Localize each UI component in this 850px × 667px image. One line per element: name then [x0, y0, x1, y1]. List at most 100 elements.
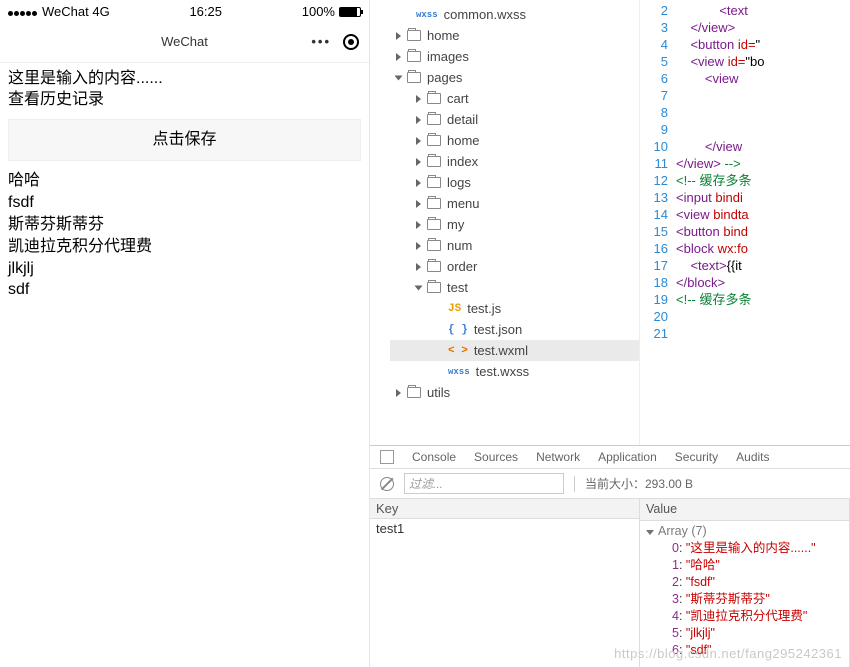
folder-icon: [427, 135, 441, 146]
folder-home[interactable]: home: [390, 130, 639, 151]
chevron-right-icon: [416, 95, 421, 103]
tab-console[interactable]: Console: [412, 450, 456, 464]
folder-icon: [427, 282, 441, 293]
chevron-right-icon: [416, 263, 421, 271]
ide-panel: wxsscommon.wxss homeimages pages cartdet…: [370, 0, 850, 667]
folder-icon: [407, 387, 421, 398]
file-test.js[interactable]: JStest.js: [390, 298, 639, 319]
chevron-right-icon: [416, 116, 421, 124]
folder-icon: [427, 93, 441, 104]
signal-dots-icon: [8, 4, 38, 19]
file-test.wxss[interactable]: wxsstest.wxss: [390, 361, 639, 382]
tab-audits[interactable]: Audits: [736, 450, 769, 464]
array-item: 4: "凯迪拉克积分代理费": [646, 608, 843, 625]
folder-cart[interactable]: cart: [390, 88, 639, 109]
folder-images[interactable]: images: [390, 46, 639, 67]
battery-icon: [339, 7, 361, 17]
chevron-down-icon: [415, 285, 423, 290]
folder-icon: [407, 72, 421, 83]
close-capsule-icon[interactable]: [343, 34, 359, 50]
list-item: jlkjlj: [8, 259, 361, 280]
chevron-right-icon: [416, 221, 421, 229]
devtools-tabs[interactable]: Console Sources Network Application Security…: [370, 446, 850, 469]
more-icon[interactable]: •••: [311, 34, 331, 49]
save-button[interactable]: 点击保存: [8, 119, 361, 162]
chevron-right-icon: [416, 158, 421, 166]
array-item: 5: "jlkjlj": [646, 625, 843, 642]
tab-application[interactable]: Application: [598, 450, 657, 464]
folder-icon: [407, 51, 421, 62]
filter-input[interactable]: 过滤...: [404, 473, 564, 494]
folder-index[interactable]: index: [390, 151, 639, 172]
devtools: Console Sources Network Application Security…: [370, 445, 850, 667]
storage-key-column: Key test1: [370, 499, 640, 667]
folder-icon: [427, 114, 441, 125]
nav-bar: WeChat •••: [0, 21, 369, 63]
array-item: 0: "这里是输入的内容......": [646, 540, 843, 557]
clear-icon[interactable]: [380, 477, 394, 491]
input-value-text[interactable]: 这里是输入的内容......: [8, 69, 361, 90]
list-item: 哈哈: [8, 171, 361, 192]
array-item: 3: "斯蒂芬斯蒂芬": [646, 591, 843, 608]
folder-num[interactable]: num: [390, 235, 639, 256]
tab-security[interactable]: Security: [675, 450, 718, 464]
folder-test[interactable]: test: [390, 277, 639, 298]
chevron-right-icon: [396, 32, 401, 40]
folder-icon: [427, 240, 441, 251]
file-test.json[interactable]: { }test.json: [390, 319, 639, 340]
clock: 16:25: [189, 4, 222, 19]
carrier-label: WeChat 4G: [42, 4, 110, 19]
array-item: 2: "fsdf": [646, 574, 843, 591]
chevron-right-icon: [396, 389, 401, 397]
list-item: fsdf: [8, 193, 361, 214]
folder-icon: [427, 198, 441, 209]
storage-value-column: Value Array (7) 0: "这里是输入的内容......"1: "哈…: [640, 499, 850, 667]
storage-value-cell[interactable]: Array (7) 0: "这里是输入的内容......"1: "哈哈"2: "…: [640, 521, 849, 661]
page-title: WeChat: [161, 34, 208, 49]
folder-icon: [427, 156, 441, 167]
array-item: 6: "sdf": [646, 642, 843, 659]
folder-logs[interactable]: logs: [390, 172, 639, 193]
js-icon: JS: [448, 303, 461, 315]
code-editor[interactable]: 2 <text3 </view>4 <button id="5 <view id…: [640, 0, 850, 445]
file-test.wxml[interactable]: < >test.wxml: [390, 340, 639, 361]
list-item: 斯蒂芬斯蒂芬: [8, 215, 361, 236]
folder-icon: [427, 219, 441, 230]
list-item: sdf: [8, 280, 361, 301]
history-link[interactable]: 查看历史记录: [8, 90, 361, 111]
chevron-right-icon: [416, 179, 421, 187]
folder-icon: [427, 177, 441, 188]
folder-home[interactable]: home: [390, 25, 639, 46]
page-body: 这里是输入的内容...... 查看历史记录 点击保存 哈哈fsdf斯蒂芬斯蒂芬凯…: [0, 63, 369, 308]
folder-pages[interactable]: pages: [390, 67, 639, 88]
chevron-right-icon: [396, 53, 401, 61]
value-header: Value: [640, 499, 849, 521]
inspect-icon[interactable]: [380, 450, 394, 464]
key-header: Key: [370, 499, 639, 519]
folder-utils[interactable]: utils: [390, 382, 639, 403]
tab-network[interactable]: Network: [536, 450, 580, 464]
tab-sources[interactable]: Sources: [474, 450, 518, 464]
text-list: 哈哈fsdf斯蒂芬斯蒂芬凯迪拉克积分代理费jlkjljsdf: [8, 171, 361, 301]
folder-icon: [427, 261, 441, 272]
wxss-icon: wxss: [448, 367, 470, 377]
chevron-down-icon: [395, 75, 403, 80]
folder-detail[interactable]: detail: [390, 109, 639, 130]
folder-icon: [407, 30, 421, 41]
wxml-icon: < >: [448, 345, 468, 357]
folder-my[interactable]: my: [390, 214, 639, 235]
storage-row-key[interactable]: test1: [370, 519, 639, 538]
chevron-right-icon: [416, 242, 421, 250]
simulator: WeChat 4G 16:25 100% WeChat ••• 这里是输入的内容…: [0, 0, 370, 667]
status-bar: WeChat 4G 16:25 100%: [0, 0, 369, 21]
file-common-wxss[interactable]: wxsscommon.wxss: [390, 4, 639, 25]
file-tree[interactable]: wxsscommon.wxss homeimages pages cartdet…: [370, 0, 640, 445]
chevron-right-icon: [416, 137, 421, 145]
folder-menu[interactable]: menu: [390, 193, 639, 214]
chevron-right-icon: [416, 200, 421, 208]
battery-percent: 100%: [302, 4, 335, 19]
folder-order[interactable]: order: [390, 256, 639, 277]
disclosure-triangle-icon[interactable]: [646, 530, 654, 535]
size-label: 当前大小：293.00 B: [585, 475, 693, 492]
json-icon: { }: [448, 324, 468, 336]
